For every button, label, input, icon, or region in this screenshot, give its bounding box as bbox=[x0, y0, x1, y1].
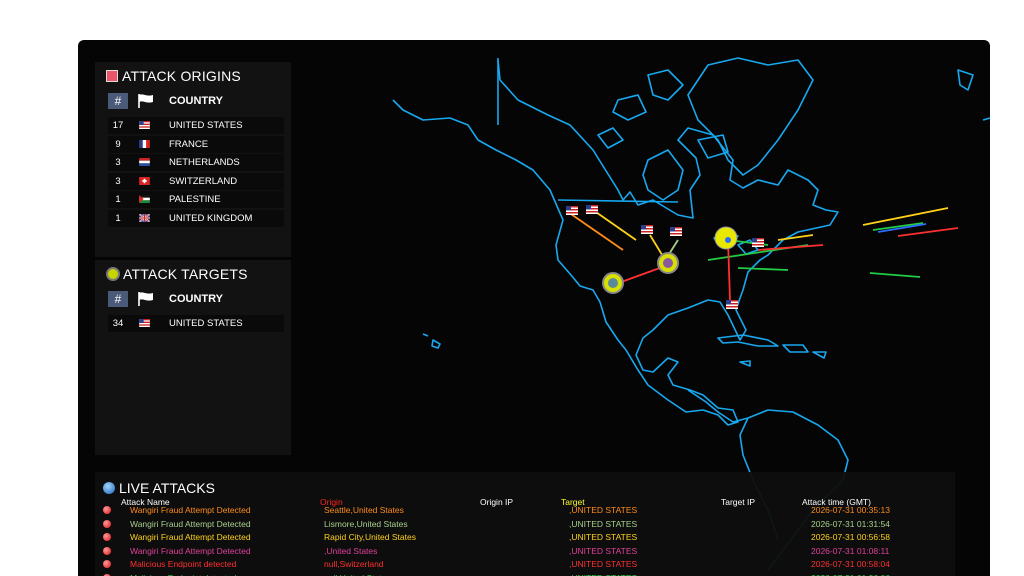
country-name: PALESTINE bbox=[169, 194, 221, 205]
attack-count: 3 bbox=[115, 157, 121, 168]
attack-arc bbox=[567, 211, 624, 251]
attack-time: 2026-07-31 00:56:58 bbox=[811, 532, 890, 542]
country-row: 34 UNITED STATES bbox=[108, 315, 284, 332]
alert-dot-icon bbox=[103, 546, 111, 555]
attack-arc bbox=[897, 227, 959, 237]
origins-title: ATTACK ORIGINS bbox=[106, 68, 241, 84]
country-name: UNITED STATES bbox=[169, 318, 243, 329]
country-row: 9 FRANCE bbox=[108, 135, 284, 153]
attack-arc bbox=[862, 207, 949, 226]
attack-arc bbox=[869, 272, 921, 278]
country-name: SWITZERLAND bbox=[169, 175, 238, 187]
origins-header: # COUNTRY bbox=[108, 93, 284, 111]
attack-count: 9 bbox=[115, 138, 121, 150]
attack-count: 34 bbox=[112, 318, 124, 329]
country-row: 3 NETHERLANDS bbox=[108, 154, 284, 171]
targets-title: ATTACK TARGETS bbox=[106, 266, 248, 282]
attack-target: ,UNITED STATES bbox=[569, 532, 638, 542]
attack-target: ,UNITED STATES bbox=[569, 573, 637, 576]
attack-arc bbox=[777, 234, 814, 241]
attack-target: ,UNITED STATES bbox=[569, 505, 638, 515]
country-row: 3 SWITZERLAND bbox=[108, 172, 284, 190]
alert-dot-icon bbox=[103, 519, 111, 528]
live-attack-row[interactable]: Wangiri Fraud Attempt Detected Lismore,Un… bbox=[95, 519, 955, 532]
country-name: UNITED STATES bbox=[169, 120, 243, 131]
europe-coastline bbox=[957, 69, 990, 121]
us-flag-icon bbox=[641, 225, 653, 234]
us-flag-icon bbox=[726, 300, 738, 309]
attack-origin: Rapid City,United States bbox=[324, 532, 416, 542]
attack-origin: Seattle,United States bbox=[324, 505, 404, 515]
attack-count: 3 bbox=[115, 175, 121, 187]
live-attack-row[interactable]: Malicious Endpoint detected null,Switzerl… bbox=[95, 559, 955, 572]
attack-target: ,UNITED STATES bbox=[569, 518, 638, 529]
attack-target: ,UNITED STATES bbox=[569, 559, 638, 569]
flag-icon bbox=[138, 292, 153, 306]
attack-time: 2026-07-31 01:08:11 bbox=[811, 545, 890, 556]
alert-dot-icon bbox=[103, 506, 111, 514]
country-name: UNITED KINGDOM bbox=[169, 212, 253, 224]
attack-name: Wangiri Fraud Attempt Detected bbox=[130, 505, 251, 515]
live-attacks-title: LIVE ATTACKS bbox=[103, 480, 215, 496]
flag-icon bbox=[138, 94, 153, 108]
alert-dot-icon bbox=[103, 560, 111, 568]
count-column-header: # bbox=[108, 291, 128, 307]
arctic-islands bbox=[597, 69, 729, 159]
attack-name: Wangiri Fraud Attempt Detected bbox=[130, 518, 251, 529]
count-column-header: # bbox=[108, 93, 128, 109]
country-row: 1 UNITED KINGDOM bbox=[108, 209, 284, 227]
us-flag-icon bbox=[586, 205, 598, 214]
us-canada-border bbox=[557, 199, 679, 203]
us-flag-icon bbox=[566, 206, 578, 215]
attack-origin: Lismore,United States bbox=[324, 518, 408, 529]
attack-target: ,UNITED STATES bbox=[569, 545, 638, 556]
country-name: FRANCE bbox=[169, 138, 209, 150]
attack-targets-panel: ATTACK TARGETS # COUNTRY 34 UNITED STATES bbox=[95, 260, 291, 455]
attack-name: Wangiri Fraud Attempt Detected bbox=[130, 532, 251, 542]
targets-header: # COUNTRY bbox=[108, 291, 284, 309]
attack-arc bbox=[592, 209, 637, 241]
attack-map-screen: ATTACK ORIGINS # COUNTRY 17 UNITED STATES… bbox=[78, 40, 990, 576]
attack-arc bbox=[737, 267, 789, 271]
caribbean-islands bbox=[717, 334, 827, 367]
attack-time: 2026-07-31 01:31:54 bbox=[811, 518, 890, 529]
north-america-coastline bbox=[392, 59, 839, 426]
attack-origin: ,United States bbox=[324, 545, 378, 556]
attack-time: 2026-07-31 00:35:13 bbox=[811, 505, 890, 515]
attack-count: 1 bbox=[115, 194, 121, 205]
country-name: NETHERLANDS bbox=[169, 157, 240, 168]
country-row: 17 UNITED STATES bbox=[108, 117, 284, 134]
hudson-bay bbox=[642, 149, 684, 201]
alert-dot-icon bbox=[103, 533, 111, 541]
attack-origins-panel: ATTACK ORIGINS # COUNTRY 17 UNITED STATES… bbox=[95, 62, 291, 257]
us-flag-icon bbox=[670, 227, 682, 236]
country-row: 1 PALESTINE bbox=[108, 191, 284, 208]
live-attack-row[interactable]: Wangiri Fraud Attempt Detected Rapid City… bbox=[95, 532, 955, 545]
attack-count: 17 bbox=[112, 120, 124, 131]
origin-square-icon bbox=[106, 70, 118, 82]
attack-name: Wangiri Fraud Attempt Detected bbox=[130, 545, 251, 556]
attack-count: 1 bbox=[115, 212, 121, 224]
hawaii-islands bbox=[422, 333, 441, 349]
country-column-header: COUNTRY bbox=[169, 95, 223, 107]
greenland-coastline bbox=[687, 57, 814, 176]
target-circle-icon bbox=[106, 267, 120, 281]
live-attack-row[interactable]: Malicious Endpoint detected null,United S… bbox=[95, 573, 955, 576]
attack-origin: null,Switzerland bbox=[324, 559, 384, 569]
attack-time: 2026-07-31 01:26:06 bbox=[811, 573, 890, 576]
live-attack-row[interactable]: Wangiri Fraud Attempt Detected Seattle,Un… bbox=[95, 505, 955, 518]
globe-icon bbox=[103, 482, 115, 494]
live-attacks-panel: LIVE ATTACKS Attack Name Origin Origin I… bbox=[95, 472, 955, 576]
attack-name: Malicious Endpoint detected bbox=[130, 573, 236, 576]
attack-origin: null,United States bbox=[324, 573, 391, 576]
country-column-header: COUNTRY bbox=[169, 293, 223, 305]
us-flag-icon bbox=[752, 238, 764, 247]
attack-name: Malicious Endpoint detected bbox=[130, 559, 237, 569]
live-attack-row[interactable]: Wangiri Fraud Attempt Detected ,United St… bbox=[95, 546, 955, 559]
attack-time: 2026-07-31 00:58:04 bbox=[811, 559, 890, 569]
